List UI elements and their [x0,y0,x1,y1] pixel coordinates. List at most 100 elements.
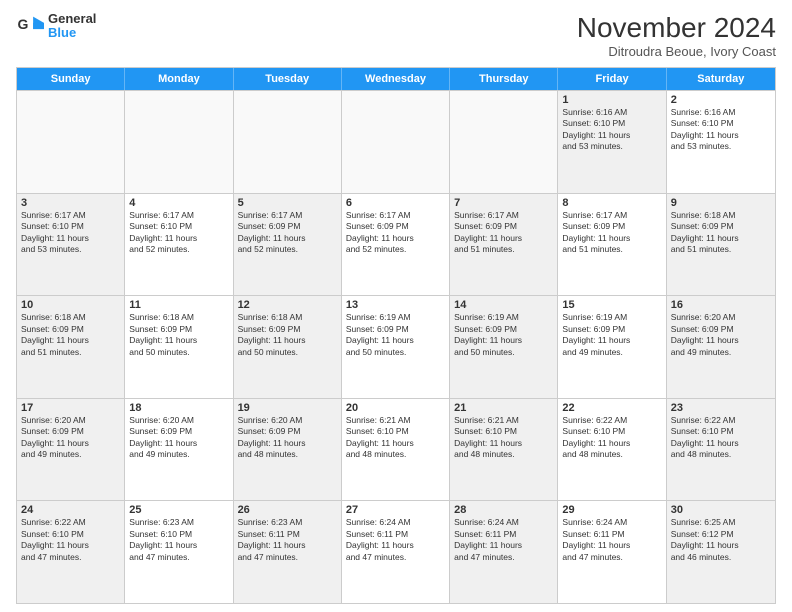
week-row-3: 10Sunrise: 6:18 AM Sunset: 6:09 PM Dayli… [17,295,775,398]
day-number: 16 [671,299,771,311]
day-number: 27 [346,504,445,516]
day-cell-11: 11Sunrise: 6:18 AM Sunset: 6:09 PM Dayli… [125,296,233,398]
day-number: 15 [562,299,661,311]
day-info: Sunrise: 6:17 AM Sunset: 6:09 PM Dayligh… [346,210,445,256]
week-row-4: 17 Sunrise: 6:20 AM Sunset: 6:09 PM Dayli… [17,398,775,501]
day-number: 13 [346,299,445,311]
day-number: 7 [454,197,553,209]
day-info: Sunrise: 6:18 AM Sunset: 6:09 PM Dayligh… [238,312,337,358]
day-number: 18 [129,402,228,414]
day-info: Sunrise: 6:17 AM Sunset: 6:09 PM Dayligh… [562,210,661,256]
day-info: Sunrise: 6:20 AM Sunset: 6:09 PM Dayligh… [671,312,771,358]
day-info: Sunrise: 6:18 AM Sunset: 6:09 PM Dayligh… [21,312,120,358]
day-info: Sunrise: 6:22 AM Sunset: 6:10 PM Dayligh… [21,517,120,563]
day-cell-1: 1Sunrise: 6:16 AM Sunset: 6:10 PM Daylig… [558,91,666,193]
day-info: Sunrise: 6:21 AM Sunset: 6:10 PM Dayligh… [346,415,445,461]
day-number: 11 [129,299,228,311]
day-info: Sunrise: 6:24 AM Sunset: 6:11 PM Dayligh… [454,517,553,563]
day-cell-19: 19Sunrise: 6:20 AM Sunset: 6:09 PM Dayli… [234,399,342,501]
day-cell-27: 27Sunrise: 6:24 AM Sunset: 6:11 PM Dayli… [342,501,450,603]
day-number: 5 [238,197,337,209]
day-cell-24: 24Sunrise: 6:22 AM Sunset: 6:10 PM Dayli… [17,501,125,603]
calendar-header: SundayMondayTuesdayWednesdayThursdayFrid… [17,68,775,90]
day-cell-8: 8Sunrise: 6:17 AM Sunset: 6:09 PM Daylig… [558,194,666,296]
header-cell-tuesday: Tuesday [234,68,342,90]
page: G General Blue November 2024 Ditroudra B… [0,0,792,612]
day-cell-25: 25Sunrise: 6:23 AM Sunset: 6:10 PM Dayli… [125,501,233,603]
day-number: 6 [346,197,445,209]
day-info: Sunrise: 6:16 AM Sunset: 6:10 PM Dayligh… [562,107,661,153]
day-cell-30: 30Sunrise: 6:25 AM Sunset: 6:12 PM Dayli… [667,501,775,603]
day-number: 25 [129,504,228,516]
day-info: Sunrise: 6:21 AM Sunset: 6:10 PM Dayligh… [454,415,553,461]
day-cell-26: 26Sunrise: 6:23 AM Sunset: 6:11 PM Dayli… [234,501,342,603]
day-number: 28 [454,504,553,516]
day-cell-23: 23Sunrise: 6:22 AM Sunset: 6:10 PM Dayli… [667,399,775,501]
title-block: November 2024 Ditroudra Beoue, Ivory Coa… [577,12,776,59]
day-info: Sunrise: 6:25 AM Sunset: 6:12 PM Dayligh… [671,517,771,563]
empty-cell [125,91,233,193]
day-info: Sunrise: 6:24 AM Sunset: 6:11 PM Dayligh… [346,517,445,563]
day-number: 4 [129,197,228,209]
svg-text:G: G [18,16,29,32]
day-info: Sunrise: 6:17 AM Sunset: 6:09 PM Dayligh… [454,210,553,256]
day-info: Sunrise: 6:20 AM Sunset: 6:09 PM Dayligh… [129,415,228,461]
header-cell-thursday: Thursday [450,68,558,90]
day-cell-2: 2Sunrise: 6:16 AM Sunset: 6:10 PM Daylig… [667,91,775,193]
day-number: 8 [562,197,661,209]
day-cell-7: 7Sunrise: 6:17 AM Sunset: 6:09 PM Daylig… [450,194,558,296]
day-cell-15: 15Sunrise: 6:19 AM Sunset: 6:09 PM Dayli… [558,296,666,398]
day-number: 14 [454,299,553,311]
day-number: 29 [562,504,661,516]
day-cell-28: 28Sunrise: 6:24 AM Sunset: 6:11 PM Dayli… [450,501,558,603]
day-cell-10: 10Sunrise: 6:18 AM Sunset: 6:09 PM Dayli… [17,296,125,398]
header-cell-monday: Monday [125,68,233,90]
day-cell-4: 4Sunrise: 6:17 AM Sunset: 6:10 PM Daylig… [125,194,233,296]
month-title: November 2024 [577,12,776,44]
day-info: Sunrise: 6:17 AM Sunset: 6:10 PM Dayligh… [21,210,120,256]
header: G General Blue November 2024 Ditroudra B… [16,12,776,59]
day-info: Sunrise: 6:17 AM Sunset: 6:09 PM Dayligh… [238,210,337,256]
day-info: Sunrise: 6:23 AM Sunset: 6:11 PM Dayligh… [238,517,337,563]
calendar-body: 1Sunrise: 6:16 AM Sunset: 6:10 PM Daylig… [17,90,775,603]
day-cell-6: 6Sunrise: 6:17 AM Sunset: 6:09 PM Daylig… [342,194,450,296]
day-cell-9: 9Sunrise: 6:18 AM Sunset: 6:09 PM Daylig… [667,194,775,296]
day-info: Sunrise: 6:19 AM Sunset: 6:09 PM Dayligh… [562,312,661,358]
day-number: 9 [671,197,771,209]
day-cell-13: 13Sunrise: 6:19 AM Sunset: 6:09 PM Dayli… [342,296,450,398]
day-cell-5: 5Sunrise: 6:17 AM Sunset: 6:09 PM Daylig… [234,194,342,296]
day-cell-22: 22Sunrise: 6:22 AM Sunset: 6:10 PM Dayli… [558,399,666,501]
empty-cell [234,91,342,193]
day-number: 3 [21,197,120,209]
day-info: Sunrise: 6:22 AM Sunset: 6:10 PM Dayligh… [562,415,661,461]
day-info: Sunrise: 6:22 AM Sunset: 6:10 PM Dayligh… [671,415,771,461]
day-info: Sunrise: 6:20 AM Sunset: 6:09 PM Dayligh… [238,415,337,461]
header-cell-sunday: Sunday [17,68,125,90]
day-info: Sunrise: 6:19 AM Sunset: 6:09 PM Dayligh… [346,312,445,358]
day-number: 30 [671,504,771,516]
subtitle: Ditroudra Beoue, Ivory Coast [577,44,776,59]
day-cell-17: 17Sunrise: 6:20 AM Sunset: 6:09 PM Dayli… [17,399,125,501]
day-info: Sunrise: 6:19 AM Sunset: 6:09 PM Dayligh… [454,312,553,358]
day-number: 22 [562,402,661,414]
day-cell-21: 21Sunrise: 6:21 AM Sunset: 6:10 PM Dayli… [450,399,558,501]
logo-icon: G [16,12,44,40]
empty-cell [342,91,450,193]
week-row-1: 1Sunrise: 6:16 AM Sunset: 6:10 PM Daylig… [17,90,775,193]
day-number: 17 [21,402,120,414]
day-cell-12: 12Sunrise: 6:18 AM Sunset: 6:09 PM Dayli… [234,296,342,398]
logo-text: General Blue [48,12,96,41]
empty-cell [17,91,125,193]
calendar: SundayMondayTuesdayWednesdayThursdayFrid… [16,67,776,604]
day-number: 1 [562,94,661,106]
day-info: Sunrise: 6:23 AM Sunset: 6:10 PM Dayligh… [129,517,228,563]
day-info: Sunrise: 6:18 AM Sunset: 6:09 PM Dayligh… [129,312,228,358]
day-number: 24 [21,504,120,516]
header-cell-friday: Friday [558,68,666,90]
day-cell-16: 16Sunrise: 6:20 AM Sunset: 6:09 PM Dayli… [667,296,775,398]
week-row-5: 24Sunrise: 6:22 AM Sunset: 6:10 PM Dayli… [17,500,775,603]
day-number: 10 [21,299,120,311]
day-cell-18: 18Sunrise: 6:20 AM Sunset: 6:09 PM Dayli… [125,399,233,501]
header-cell-saturday: Saturday [667,68,775,90]
empty-cell [450,91,558,193]
